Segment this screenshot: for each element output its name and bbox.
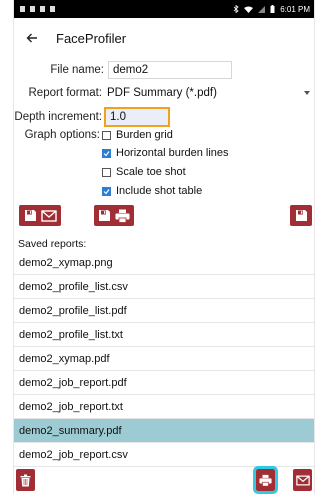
report-format-label: Report format: — [28, 87, 103, 99]
save-and-email-button[interactable] — [19, 205, 61, 226]
save-icon — [295, 210, 307, 221]
list-item-selected[interactable]: demo2_summary.pdf — [14, 419, 314, 443]
save-and-print-button[interactable] — [94, 205, 134, 226]
list-item[interactable]: demo2_xymap.png — [14, 251, 314, 275]
bottom-action-bar — [14, 466, 314, 494]
app-window: 6:01 PM FaceProfiler File name: Report f… — [13, 0, 315, 494]
horizontal-burden-lines-checkbox[interactable]: Horizontal burden lines — [102, 147, 229, 159]
back-arrow-icon — [26, 33, 37, 43]
file-name-row: File name: — [14, 60, 232, 80]
signal-icon — [258, 5, 266, 13]
delete-button[interactable] — [16, 469, 35, 491]
bluetooth-icon — [233, 5, 239, 13]
list-item[interactable]: demo2_profile_list.csv — [14, 275, 314, 299]
report-format-select[interactable]: PDF Summary (*.pdf) — [107, 87, 217, 99]
checkbox-checked-icon — [102, 186, 111, 196]
print-icon — [259, 474, 272, 486]
status-bar: 6:01 PM — [14, 0, 314, 18]
page-title: FaceProfiler — [56, 30, 127, 46]
checkbox-label: Horizontal burden lines — [116, 147, 229, 159]
notification-icon — [20, 6, 25, 12]
saved-reports-list[interactable]: demo2_xymap.png demo2_profile_list.csv d… — [14, 251, 314, 467]
save-button[interactable] — [290, 205, 312, 226]
checkbox-unchecked-icon — [102, 130, 111, 140]
email-icon — [295, 475, 310, 485]
trash-icon — [20, 474, 31, 486]
print-button[interactable] — [253, 466, 278, 494]
checkbox-label: Burden grid — [116, 129, 173, 141]
scale-toe-shot-checkbox[interactable]: Scale toe shot — [102, 166, 186, 178]
checkbox-label: Scale toe shot — [116, 166, 186, 178]
list-item[interactable]: demo2_job_report.pdf — [14, 371, 314, 395]
burden-grid-checkbox[interactable]: Burden grid — [102, 129, 173, 141]
file-name-field[interactable] — [108, 61, 232, 79]
file-name-label: File name: — [50, 64, 104, 76]
list-item[interactable]: demo2_job_report.txt — [14, 395, 314, 419]
battery-icon — [270, 5, 275, 13]
email-button[interactable] — [293, 469, 312, 491]
app-bar: FaceProfiler — [14, 18, 314, 58]
notification-icon — [40, 6, 45, 12]
list-item[interactable]: demo2_job_report.csv — [14, 443, 314, 467]
email-icon — [40, 209, 57, 222]
print-icon — [115, 209, 130, 223]
checkbox-unchecked-icon — [102, 167, 111, 177]
save-icon — [24, 210, 36, 221]
include-shot-table-checkbox[interactable]: Include shot table — [102, 185, 202, 197]
graph-options-label: Graph options: — [24, 129, 100, 141]
depth-increment-label: Depth increment: — [14, 110, 102, 123]
dropdown-arrow-icon — [304, 91, 310, 95]
list-item[interactable]: demo2_profile_list.pdf — [14, 299, 314, 323]
checkbox-checked-icon — [102, 148, 111, 158]
save-icon — [99, 210, 110, 221]
checkbox-label: Include shot table — [116, 185, 203, 197]
system-status: 6:01 PM — [233, 5, 310, 14]
graph-options-row: Graph options: — [14, 128, 100, 142]
list-item[interactable]: demo2_xymap.pdf — [14, 347, 314, 371]
list-item[interactable]: demo2_profile_list.txt — [14, 323, 314, 347]
status-time: 6:01 PM — [280, 4, 310, 14]
wifi-icon — [244, 6, 254, 13]
depth-increment-field[interactable] — [104, 106, 170, 127]
depth-increment-row: Depth increment: — [14, 106, 170, 127]
back-button[interactable] — [14, 18, 50, 58]
notification-icon — [30, 6, 35, 12]
report-format-row[interactable]: Report format: PDF Summary (*.pdf) — [14, 84, 314, 102]
notification-icons — [20, 6, 55, 12]
notification-icon — [50, 6, 55, 12]
saved-reports-label: Saved reports: — [18, 238, 87, 250]
